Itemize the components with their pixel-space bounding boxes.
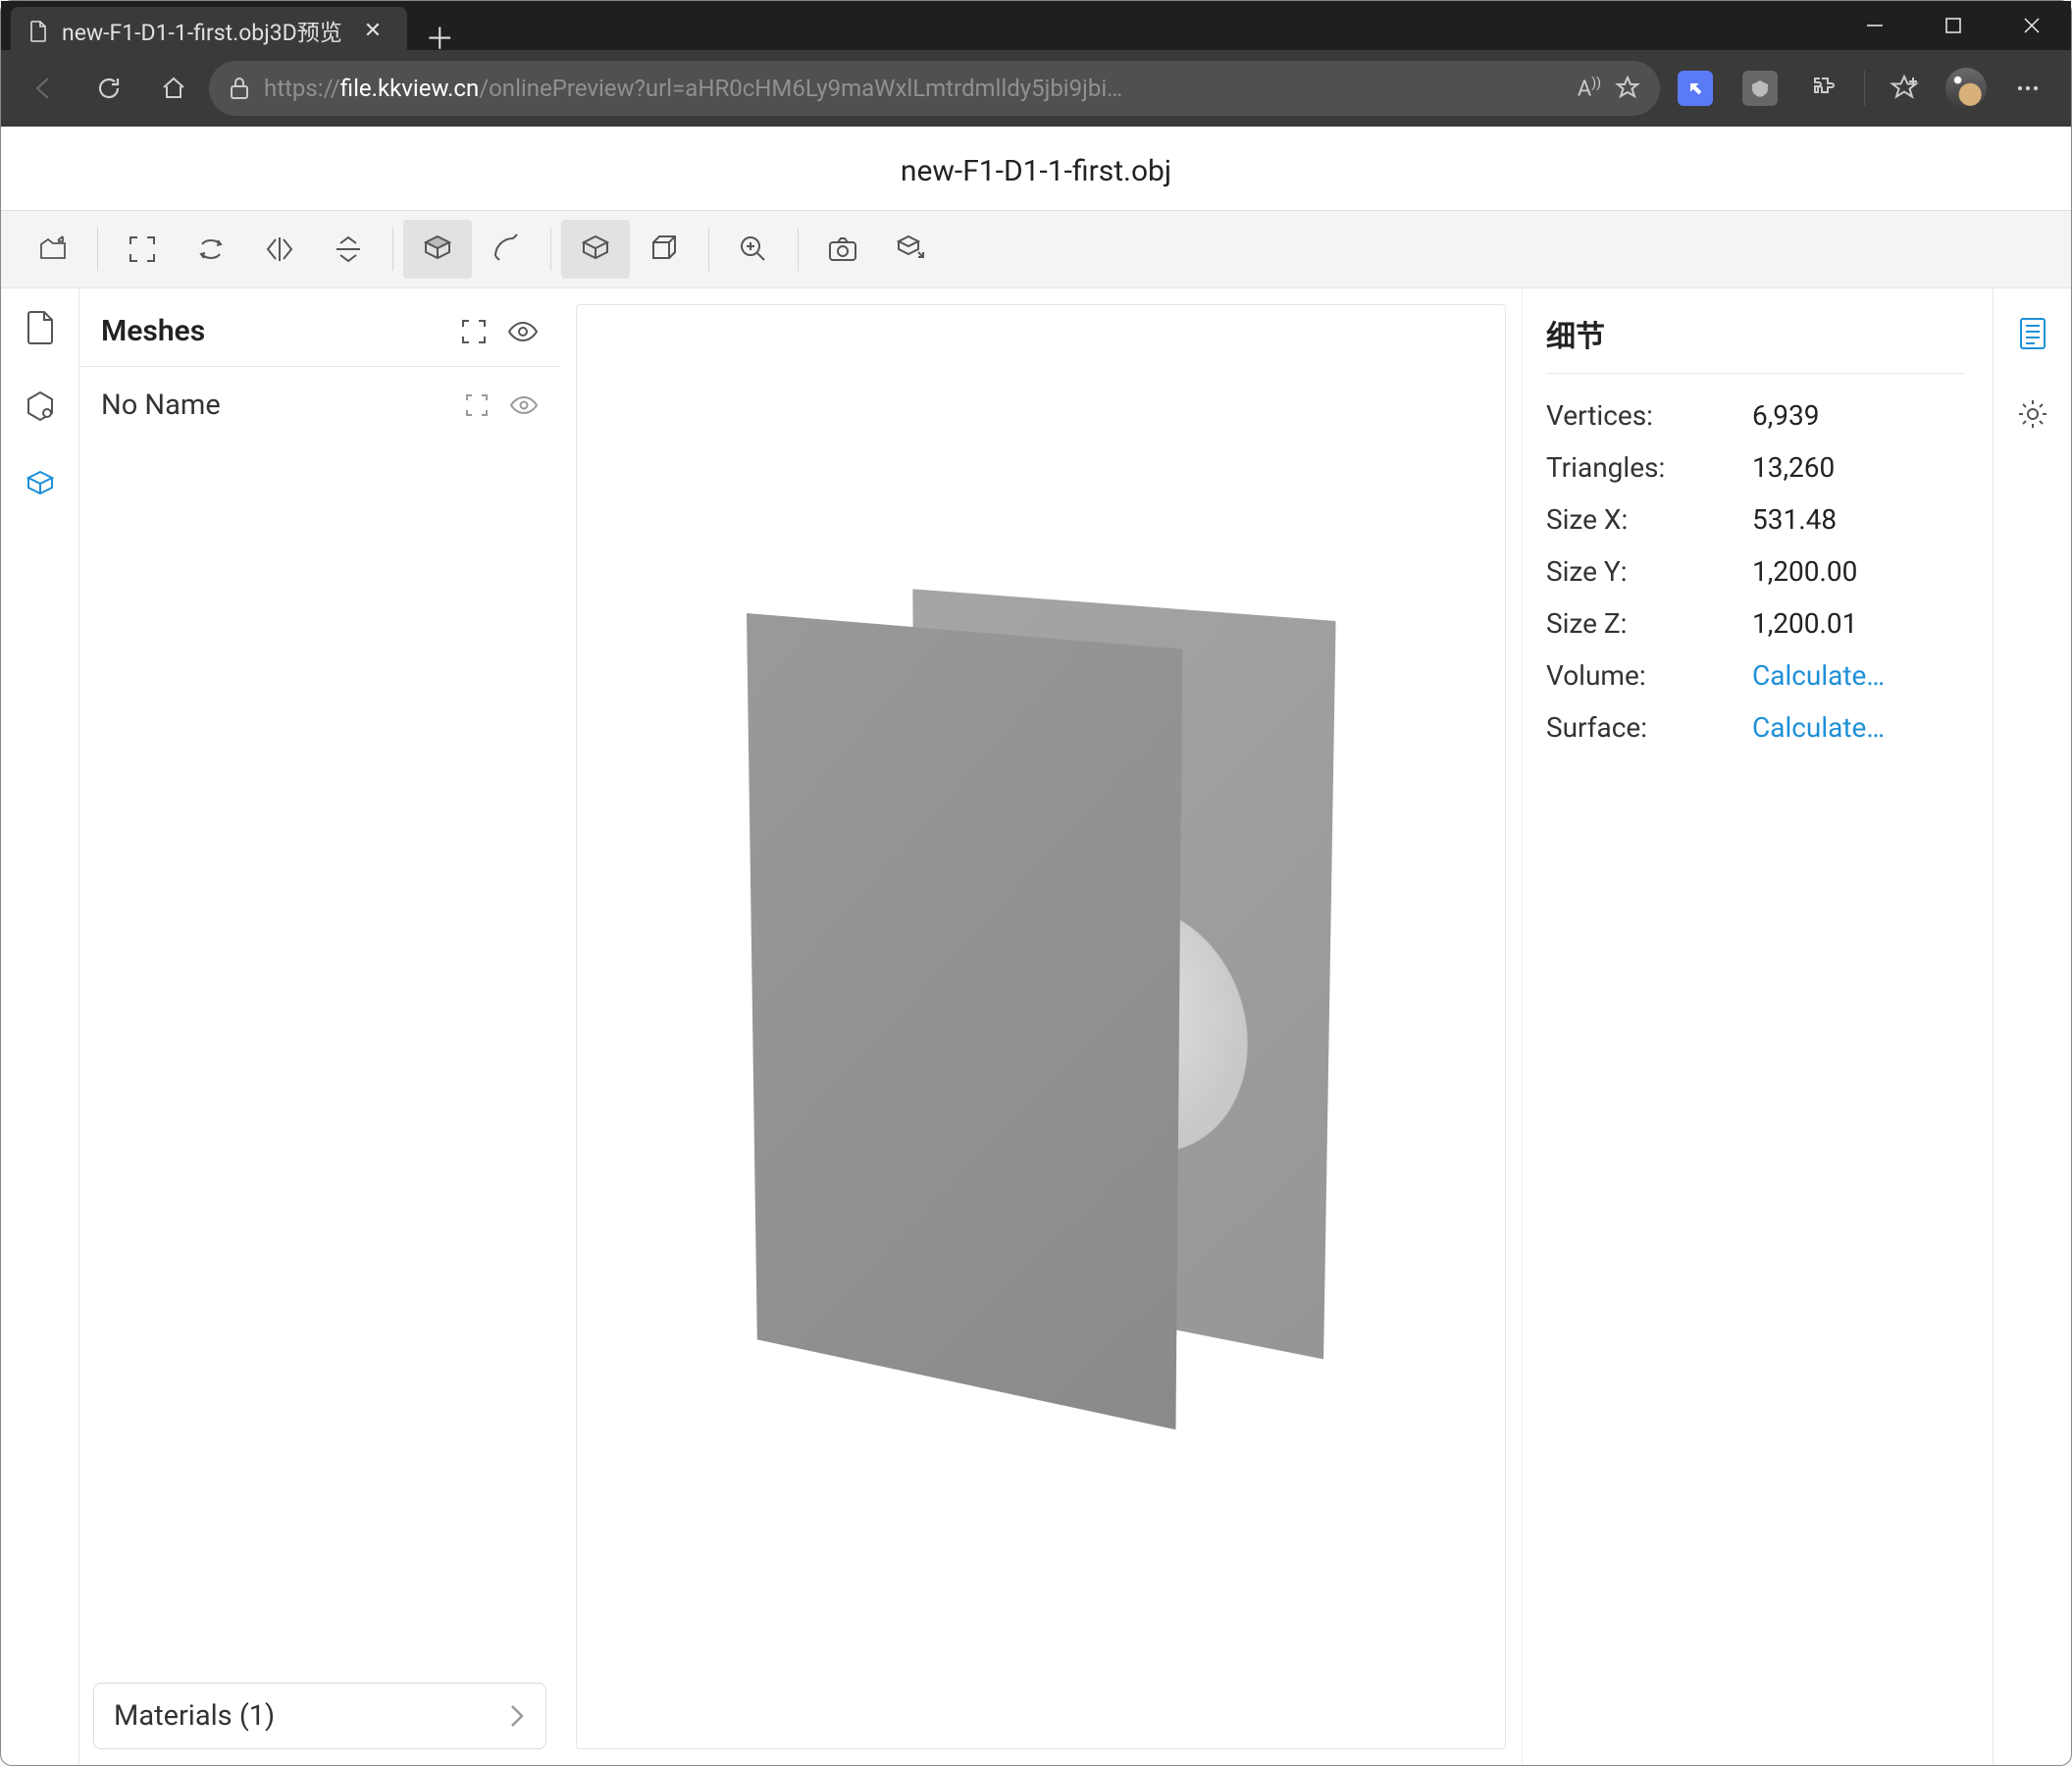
file-title: new-F1-D1-1-first.obj bbox=[1, 127, 2071, 210]
sidebar-settings-icon[interactable] bbox=[2009, 390, 2056, 438]
tool-zoom-icon[interactable] bbox=[719, 220, 788, 279]
url-text: https://file.kkview.cn/onlinePreview?url… bbox=[264, 75, 1564, 102]
browser-tab[interactable]: new-F1-D1-1-first.obj3D预览 ✕ bbox=[11, 7, 407, 54]
tool-edge-icon[interactable] bbox=[472, 220, 541, 279]
tool-export-icon[interactable] bbox=[877, 220, 946, 279]
viewport-canvas[interactable] bbox=[576, 304, 1506, 1749]
tool-ortho-box-icon[interactable] bbox=[630, 220, 699, 279]
detail-label: Vertices: bbox=[1546, 399, 1752, 432]
window-maximize-button[interactable] bbox=[1914, 1, 1993, 50]
sidebar-details-icon[interactable] bbox=[2009, 310, 2056, 357]
mesh-name: No Name bbox=[101, 389, 221, 422]
viewport[interactable] bbox=[560, 288, 1522, 1765]
browser-address-bar: https://file.kkview.cn/onlinePreview?url… bbox=[1, 50, 2071, 127]
detail-label: Size X: bbox=[1546, 503, 1752, 536]
mesh-visibility-icon[interactable] bbox=[509, 392, 539, 418]
window-close-button[interactable] bbox=[1993, 1, 2071, 50]
nav-home-button[interactable] bbox=[144, 60, 203, 117]
read-aloud-icon[interactable]: A)) bbox=[1578, 76, 1601, 101]
tool-open-icon[interactable] bbox=[19, 220, 87, 279]
url-input[interactable]: https://file.kkview.cn/onlinePreview?url… bbox=[209, 61, 1660, 116]
mesh-fit-icon[interactable] bbox=[464, 392, 490, 418]
tool-perspective-box-icon[interactable] bbox=[561, 220, 630, 279]
detail-value: 13,260 bbox=[1752, 451, 1835, 484]
lock-icon bbox=[229, 76, 250, 101]
details-panel: 细节 Vertices:6,939 Triangles:13,260 Size … bbox=[1522, 288, 1993, 1765]
nav-back-button[interactable] bbox=[15, 60, 74, 117]
panel-visibility-icon[interactable] bbox=[507, 318, 539, 345]
detail-value: 6,939 bbox=[1752, 399, 1819, 432]
detail-label: Size Y: bbox=[1546, 555, 1752, 588]
detail-label: Triangles: bbox=[1546, 451, 1752, 484]
tool-rotate-icon[interactable] bbox=[177, 220, 245, 279]
tab-title: new-F1-D1-1-first.obj3D预览 bbox=[62, 14, 342, 47]
meshes-panel: Meshes No Name bbox=[79, 288, 560, 1765]
calculate-volume-link[interactable]: Calculate… bbox=[1752, 659, 1885, 692]
file-icon bbox=[28, 21, 48, 40]
panel-fit-icon[interactable] bbox=[460, 318, 488, 345]
calculate-surface-link[interactable]: Calculate… bbox=[1752, 711, 1885, 744]
favorites-icon[interactable] bbox=[1875, 60, 1934, 117]
left-sidebar bbox=[1, 288, 79, 1765]
extension-1-icon[interactable] bbox=[1666, 60, 1725, 117]
sidebar-meshes-icon[interactable] bbox=[17, 461, 64, 508]
browser-menu-button[interactable] bbox=[1998, 60, 2057, 117]
tool-snapshot-icon[interactable] bbox=[808, 220, 877, 279]
meshes-panel-title: Meshes bbox=[101, 314, 460, 348]
chevron-right-icon bbox=[508, 1702, 526, 1730]
materials-label: Materials (1) bbox=[114, 1699, 275, 1733]
tool-flip-vertical-icon[interactable] bbox=[314, 220, 383, 279]
sidebar-materials-icon[interactable] bbox=[17, 383, 64, 430]
browser-titlebar: new-F1-D1-1-first.obj3D预览 ✕ ＋ bbox=[1, 1, 2071, 50]
detail-label: Surface: bbox=[1546, 711, 1752, 744]
detail-label: Volume: bbox=[1546, 659, 1752, 692]
sidebar-file-icon[interactable] bbox=[17, 304, 64, 351]
detail-value: 1,200.00 bbox=[1752, 555, 1857, 588]
favorite-star-icon[interactable] bbox=[1615, 76, 1640, 101]
details-title: 细节 bbox=[1546, 312, 1965, 374]
tool-fitview-icon[interactable] bbox=[108, 220, 177, 279]
viewer-toolbar bbox=[1, 210, 2071, 288]
tab-close-button[interactable]: ✕ bbox=[356, 15, 389, 47]
detail-value: 531.48 bbox=[1752, 503, 1837, 536]
detail-label: Size Z: bbox=[1546, 607, 1752, 640]
tool-flip-horizontal-icon[interactable] bbox=[245, 220, 314, 279]
nav-refresh-button[interactable] bbox=[79, 60, 138, 117]
extension-2-icon[interactable] bbox=[1731, 60, 1789, 117]
profile-avatar[interactable] bbox=[1945, 68, 1987, 109]
materials-toggle[interactable]: Materials (1) bbox=[93, 1683, 546, 1749]
right-sidebar bbox=[1993, 288, 2071, 1765]
detail-value: 1,200.01 bbox=[1752, 607, 1857, 640]
extensions-menu-icon[interactable] bbox=[1795, 60, 1854, 117]
tool-shaded-icon[interactable] bbox=[403, 220, 472, 279]
mesh-row[interactable]: No Name bbox=[79, 367, 560, 443]
window-minimize-button[interactable] bbox=[1836, 1, 1914, 50]
